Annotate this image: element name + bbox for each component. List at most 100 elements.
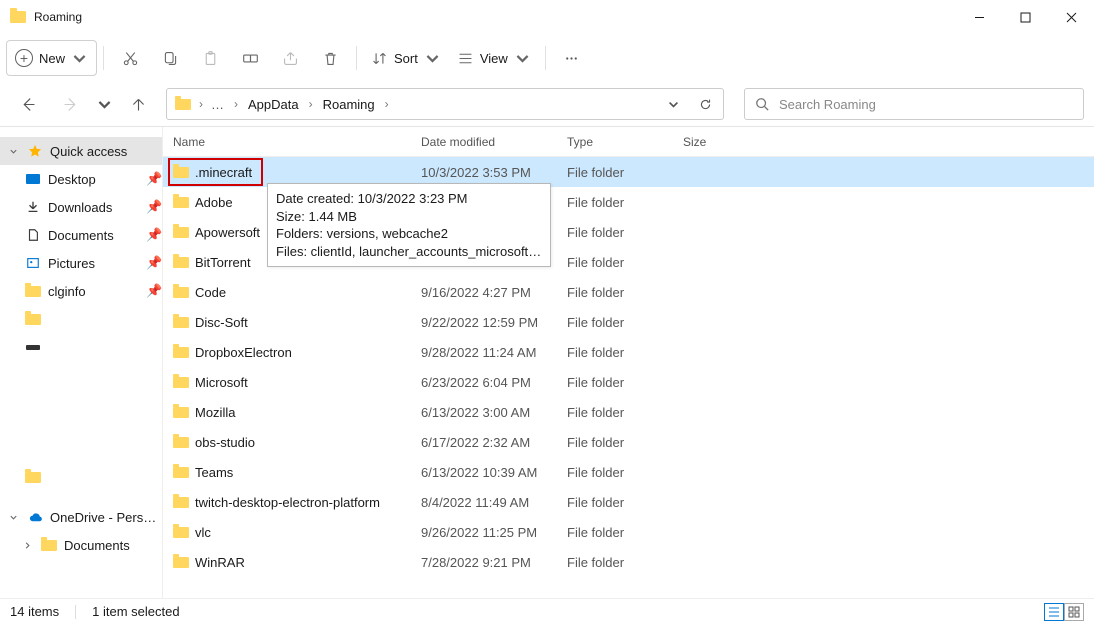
file-type: File folder xyxy=(567,165,683,180)
view-icon xyxy=(457,50,474,67)
sidebar-item-documents[interactable]: Documents 📌 xyxy=(0,221,162,249)
sidebar-item-device[interactable] xyxy=(0,333,162,361)
sidebar-item-folder[interactable] xyxy=(0,305,162,333)
view-button[interactable]: View xyxy=(449,40,539,76)
status-selection-count: 1 item selected xyxy=(92,604,179,619)
titlebar: Roaming xyxy=(0,0,1094,34)
sort-button[interactable]: Sort xyxy=(363,40,449,76)
file-type: File folder xyxy=(567,495,683,510)
folder-icon xyxy=(173,407,189,418)
tooltip-line: Date created: 10/3/2022 3:23 PM xyxy=(276,190,542,208)
address-bar[interactable]: › … › AppData › Roaming › xyxy=(166,88,724,120)
thumbnails-view-button[interactable] xyxy=(1064,603,1084,621)
sidebar-item-downloads[interactable]: Downloads 📌 xyxy=(0,193,162,221)
pin-icon: 📌 xyxy=(146,255,162,271)
sidebar-item-od-documents[interactable]: Documents xyxy=(0,531,162,559)
chevron-down-icon xyxy=(514,50,531,67)
column-header-size[interactable]: Size xyxy=(683,135,763,149)
pin-icon: 📌 xyxy=(146,171,162,187)
delete-button[interactable] xyxy=(310,40,350,76)
documents-icon xyxy=(26,228,40,242)
pin-icon: 📌 xyxy=(146,283,162,299)
file-row[interactable]: Mozilla6/13/2022 3:00 AMFile folder xyxy=(163,397,1094,427)
file-date: 9/26/2022 11:25 PM xyxy=(421,525,567,540)
tooltip-line: Size: 1.44 MB xyxy=(276,208,542,226)
breadcrumb-overflow[interactable]: … xyxy=(207,97,230,112)
back-button[interactable] xyxy=(10,86,46,122)
navigation-bar: › … › AppData › Roaming › xyxy=(0,82,1094,126)
copy-button[interactable] xyxy=(150,40,190,76)
sidebar-item-onedrive[interactable]: OneDrive - Personal xyxy=(0,503,162,531)
file-date: 7/28/2022 9:21 PM xyxy=(421,555,567,570)
file-name: Teams xyxy=(195,465,421,480)
file-row[interactable]: Teams6/13/2022 10:39 AMFile folder xyxy=(163,457,1094,487)
folder-icon xyxy=(173,257,189,268)
breadcrumb-roaming[interactable]: Roaming xyxy=(317,92,381,117)
cut-button[interactable] xyxy=(110,40,150,76)
rename-button[interactable] xyxy=(230,40,270,76)
column-header-name[interactable]: Name xyxy=(173,135,421,149)
file-date: 6/13/2022 3:00 AM xyxy=(421,405,567,420)
pin-icon: 📌 xyxy=(146,199,162,215)
sidebar-item-clginfo[interactable]: clginfo 📌 xyxy=(0,277,162,305)
file-name: Disc-Soft xyxy=(195,315,421,330)
column-header-date[interactable]: Date modified xyxy=(421,135,567,149)
close-button[interactable] xyxy=(1048,0,1094,34)
status-bar: 14 items 1 item selected xyxy=(0,598,1094,624)
clipboard-icon xyxy=(202,50,219,67)
maximize-button[interactable] xyxy=(1002,0,1048,34)
file-date: 6/23/2022 6:04 PM xyxy=(421,375,567,390)
desktop-icon xyxy=(26,174,40,184)
sidebar-label: Documents xyxy=(48,228,140,243)
rename-icon xyxy=(242,50,259,67)
folder-icon xyxy=(173,467,189,478)
sidebar-item-desktop[interactable]: Desktop 📌 xyxy=(0,165,162,193)
file-date: 9/16/2022 4:27 PM xyxy=(421,285,567,300)
folder-icon xyxy=(173,227,189,238)
tooltip-line: Files: clientId, launcher_accounts_micro… xyxy=(276,243,542,261)
new-label: New xyxy=(39,51,65,66)
more-button[interactable] xyxy=(552,40,592,76)
file-row[interactable]: Microsoft6/23/2022 6:04 PMFile folder xyxy=(163,367,1094,397)
pin-icon: 📌 xyxy=(146,227,162,243)
paste-button[interactable] xyxy=(190,40,230,76)
file-date: 6/13/2022 10:39 AM xyxy=(421,465,567,480)
file-date: 9/28/2022 11:24 AM xyxy=(421,345,567,360)
sidebar-label: Documents xyxy=(64,538,162,553)
view-toggle xyxy=(1044,603,1084,621)
file-row[interactable]: WinRAR7/28/2022 9:21 PMFile folder xyxy=(163,547,1094,577)
sidebar-item-folder[interactable] xyxy=(0,463,162,491)
file-row[interactable]: obs-studio6/17/2022 2:32 AMFile folder xyxy=(163,427,1094,457)
minimize-button[interactable] xyxy=(956,0,1002,34)
sidebar-item-quick-access[interactable]: Quick access xyxy=(0,137,162,165)
address-dropdown-button[interactable] xyxy=(659,90,687,118)
search-box[interactable] xyxy=(744,88,1084,120)
file-row[interactable]: vlc9/26/2022 11:25 PMFile folder xyxy=(163,517,1094,547)
file-type: File folder xyxy=(567,555,683,570)
file-row[interactable]: Code9/16/2022 4:27 PMFile folder xyxy=(163,277,1094,307)
pictures-icon xyxy=(26,256,40,270)
breadcrumb-appdata[interactable]: AppData xyxy=(242,92,305,117)
chevron-down-icon xyxy=(424,50,441,67)
folder-icon xyxy=(173,497,189,508)
file-row[interactable]: Disc-Soft9/22/2022 12:59 PMFile folder xyxy=(163,307,1094,337)
new-button[interactable]: + New xyxy=(6,40,97,76)
share-button[interactable] xyxy=(270,40,310,76)
file-type: File folder xyxy=(567,375,683,390)
search-input[interactable] xyxy=(779,97,1073,112)
refresh-button[interactable] xyxy=(691,90,719,118)
file-row[interactable]: twitch-desktop-electron-platform8/4/2022… xyxy=(163,487,1094,517)
file-name: Microsoft xyxy=(195,375,421,390)
up-button[interactable] xyxy=(120,86,156,122)
details-view-button[interactable] xyxy=(1044,603,1064,621)
forward-button[interactable] xyxy=(52,86,88,122)
column-header-type[interactable]: Type xyxy=(567,135,683,149)
sidebar-item-pictures[interactable]: Pictures 📌 xyxy=(0,249,162,277)
ellipsis-icon xyxy=(563,50,580,67)
file-row[interactable]: DropboxElectron9/28/2022 11:24 AMFile fo… xyxy=(163,337,1094,367)
chevron-right-icon: › xyxy=(309,97,313,111)
file-name: obs-studio xyxy=(195,435,421,450)
command-bar: + New Sort View xyxy=(0,34,1094,82)
recent-locations-button[interactable] xyxy=(94,86,114,122)
sidebar-label: Quick access xyxy=(50,144,162,159)
